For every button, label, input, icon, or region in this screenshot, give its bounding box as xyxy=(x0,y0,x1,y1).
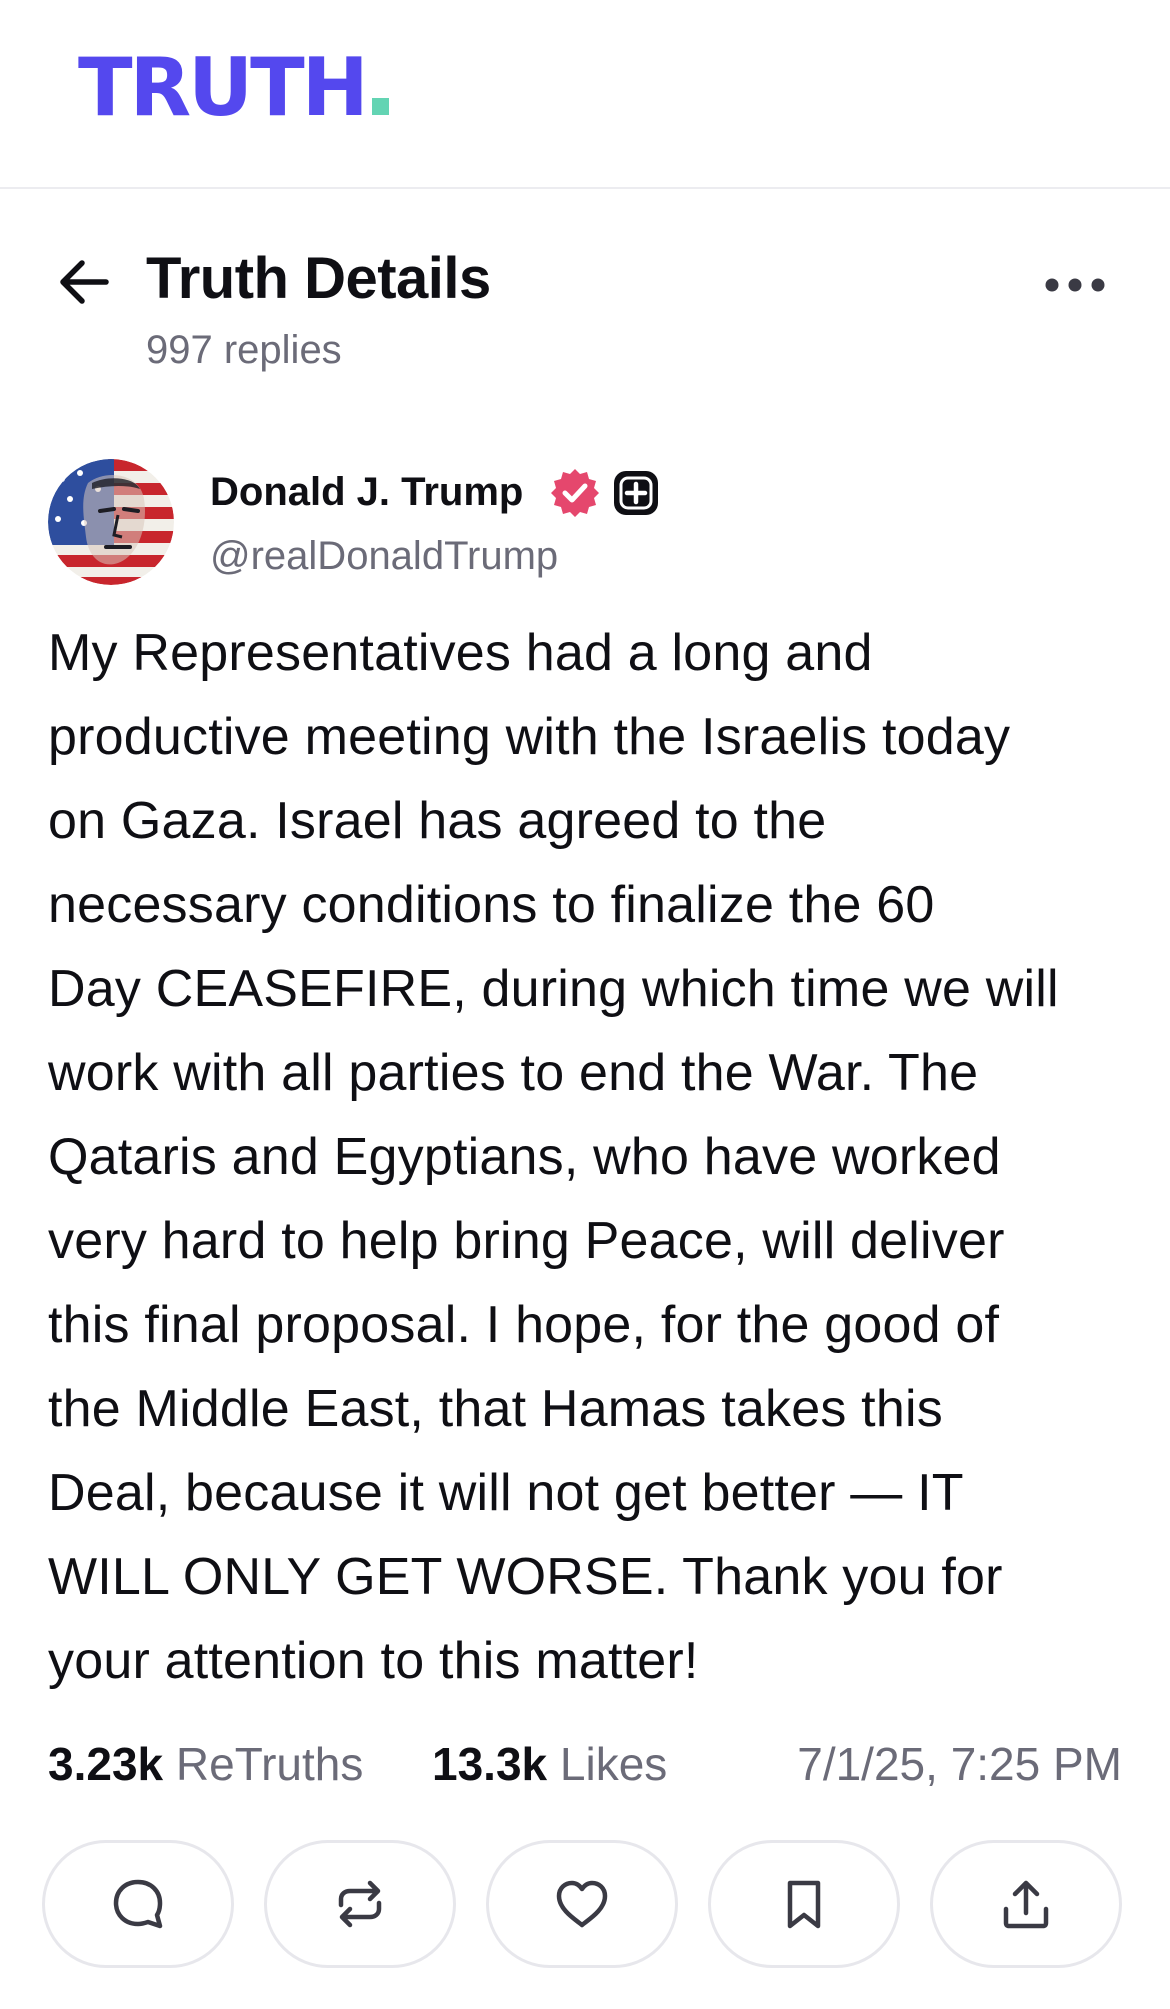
arrow-left-icon xyxy=(60,260,109,304)
share-button[interactable] xyxy=(930,1840,1122,1968)
app-header: TRUTH xyxy=(0,0,1170,189)
retruths-count: 3.23k xyxy=(48,1738,164,1790)
retruth-icon xyxy=(338,1880,382,1928)
post-text: My Representatives had a long and produc… xyxy=(48,624,1059,1690)
likes-stat[interactable]: 13.3k Likes xyxy=(432,1734,667,1794)
avatar[interactable] xyxy=(48,459,174,585)
more-options-button[interactable] xyxy=(1040,268,1110,302)
bookmark-button[interactable] xyxy=(708,1840,900,1968)
author-handle[interactable]: @realDonaldTrump xyxy=(210,530,558,582)
truth-logo[interactable]: TRUTH xyxy=(78,48,389,128)
like-button[interactable] xyxy=(486,1840,678,1968)
post-timestamp: 7/1/25, 7:25 PM xyxy=(797,1738,1122,1790)
back-button[interactable] xyxy=(54,252,114,312)
more-horizontal-icon xyxy=(1045,278,1105,292)
retruth-button[interactable] xyxy=(264,1840,456,1968)
retruths-label: ReTruths xyxy=(175,1738,364,1790)
logo-dot xyxy=(371,98,389,115)
author-name[interactable]: Donald J. Trump xyxy=(210,466,523,518)
action-bar xyxy=(42,1840,1128,1974)
reply-icon xyxy=(113,1879,163,1929)
avatar-image xyxy=(48,459,174,585)
post-stats: 3.23k ReTruths 13.3k Likes 7/1/25, 7:25 … xyxy=(48,1734,1122,1794)
likes-count: 13.3k xyxy=(432,1738,548,1790)
page-title: Truth Details xyxy=(146,246,491,311)
like-icon xyxy=(556,1880,608,1928)
bookmark-icon xyxy=(787,1880,821,1929)
reply-count: 997 replies xyxy=(146,328,342,372)
logo-text: TRUTH xyxy=(78,41,369,134)
share-icon xyxy=(1003,1880,1049,1929)
plus-badge-icon xyxy=(613,470,659,516)
likes-label: Likes xyxy=(559,1738,668,1790)
retruths-stat[interactable]: 3.23k ReTruths xyxy=(48,1734,363,1794)
reply-button[interactable] xyxy=(42,1840,234,1968)
verified-icon xyxy=(549,467,601,519)
